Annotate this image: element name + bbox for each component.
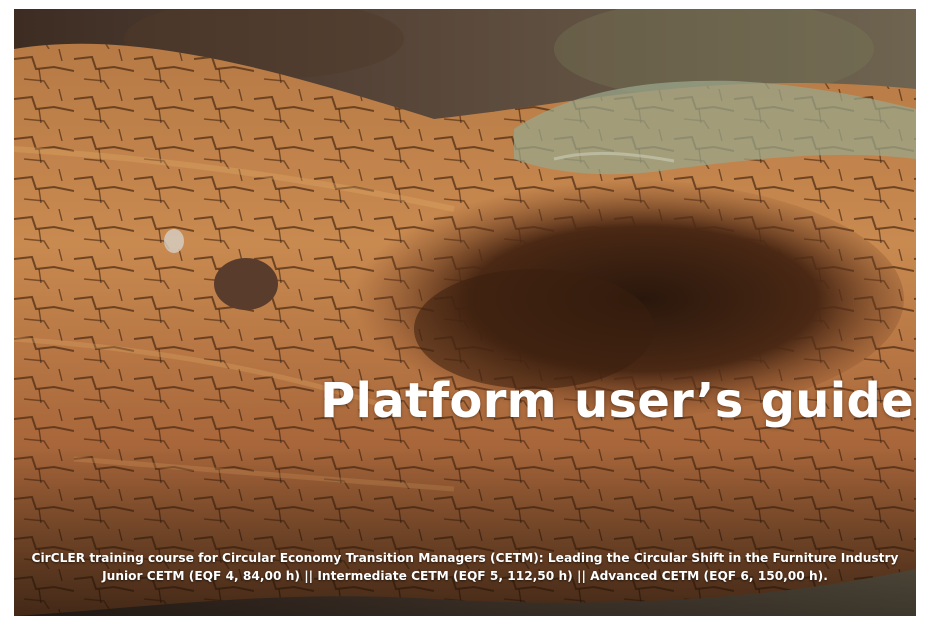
document-page: Platform user’s guide CirCLER training c… xyxy=(0,0,930,625)
cover-panel: Platform user’s guide CirCLER training c… xyxy=(14,9,916,616)
cover-title: Platform user’s guide xyxy=(320,373,914,429)
cover-background-image xyxy=(14,9,916,616)
subtitle-line-levels: Junior CETM (EQF 4, 84,00 h) || Intermed… xyxy=(102,569,828,583)
subtitle-line-course: CirCLER training course for Circular Eco… xyxy=(31,551,899,565)
cover-subtitle: CirCLER training course for Circular Eco… xyxy=(14,549,916,585)
